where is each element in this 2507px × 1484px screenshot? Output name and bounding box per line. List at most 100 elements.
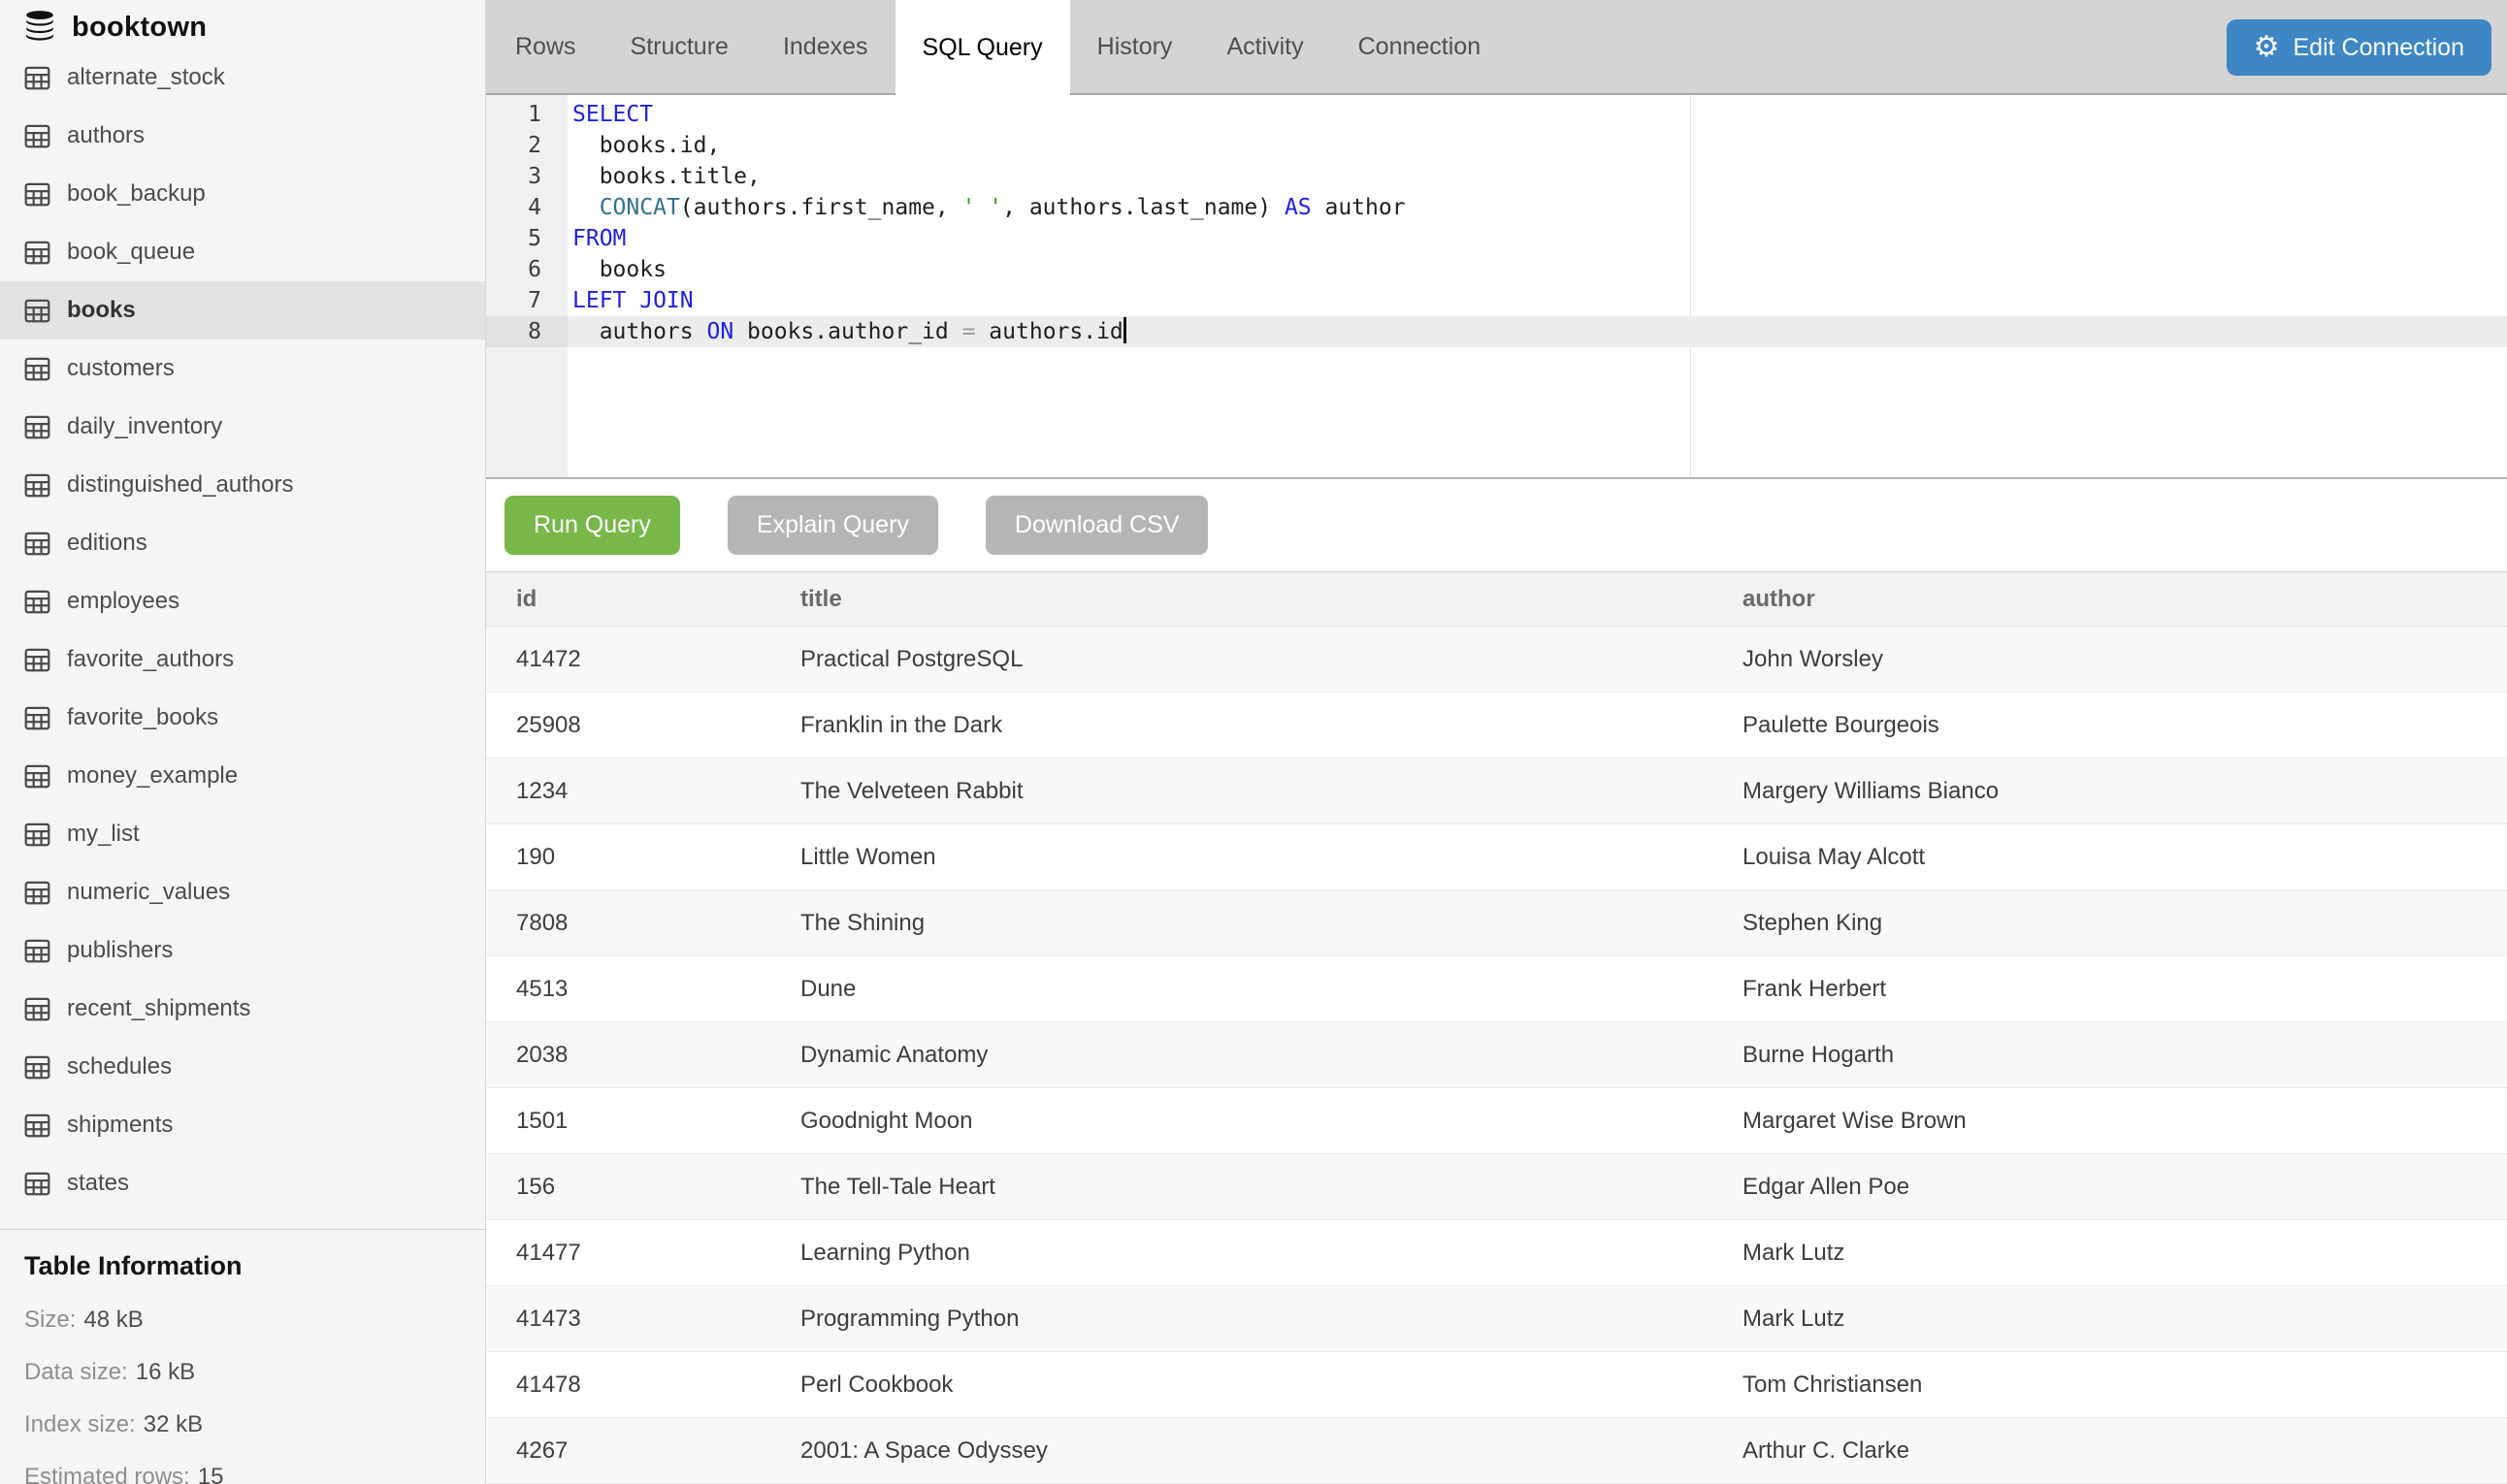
table-name: book_backup — [67, 180, 206, 208]
column-header[interactable]: id — [486, 586, 770, 613]
sidebar-table-item[interactable]: favorite_authors — [0, 630, 485, 689]
tab-label: History — [1097, 33, 1173, 61]
tabs: Rows Structure Indexes SQL Query History — [488, 0, 1508, 95]
table-row[interactable]: 25908 Franklin in the Dark Paulette Bour… — [486, 693, 2507, 758]
sidebar-table-item[interactable]: alternate_stock — [0, 48, 485, 107]
table-icon — [24, 590, 50, 614]
table-row[interactable]: 190 Little Women Louisa May Alcott — [486, 824, 2507, 890]
action-button-label: Run Query — [534, 511, 651, 538]
tab-label: Indexes — [783, 33, 868, 61]
table-name: my_list — [67, 821, 140, 848]
query-actions: Run Query Explain Query Download CSV — [486, 479, 2507, 571]
table-row[interactable]: 41478 Perl Cookbook Tom Christiansen — [486, 1352, 2507, 1418]
cell-title: 2001: A Space Odyssey — [770, 1437, 1712, 1465]
table-icon — [24, 357, 50, 381]
cell-id: 41478 — [486, 1371, 770, 1399]
line-number: 1 — [486, 99, 568, 130]
table-icon — [24, 1055, 50, 1080]
action-button[interactable]: Download CSV — [986, 496, 1209, 555]
code-line: 8 authors ON books.author_id = authors.i… — [486, 316, 2507, 347]
cell-id: 25908 — [486, 712, 770, 739]
table-stat-row: Estimated rows:15 — [24, 1464, 461, 1484]
sidebar-table-item[interactable]: my_list — [0, 805, 485, 863]
sidebar-table-item[interactable]: favorite_books — [0, 689, 485, 747]
sql-code: 1SELECT2 books.id,3 books.title,4 CONCAT… — [486, 95, 2507, 347]
table-icon — [24, 415, 50, 439]
table-row[interactable]: 41477 Learning Python Mark Lutz — [486, 1220, 2507, 1286]
table-name: states — [67, 1170, 129, 1197]
line-number: 5 — [486, 223, 568, 254]
sidebar-table-item[interactable]: books — [0, 281, 485, 339]
action-button[interactable]: Explain Query — [728, 496, 938, 555]
sidebar-table-item[interactable]: authors — [0, 107, 485, 165]
code-line: 3 books.title, — [486, 161, 2507, 192]
edit-connection-button[interactable]: ⚙ Edit Connection — [2227, 19, 2491, 76]
sidebar-table-item[interactable]: book_queue — [0, 223, 485, 281]
table-name: numeric_values — [67, 879, 230, 906]
tab[interactable]: Rows — [488, 0, 603, 93]
cell-title: Little Women — [770, 844, 1712, 871]
table-row[interactable]: 2038 Dynamic Anatomy Burne Hogarth — [486, 1022, 2507, 1088]
cell-author: Paulette Bourgeois — [1712, 712, 2507, 739]
cell-author: Mark Lutz — [1712, 1306, 2507, 1333]
sidebar-table-item[interactable]: editions — [0, 514, 485, 572]
table-row[interactable]: 41473 Programming Python Mark Lutz — [486, 1286, 2507, 1352]
sql-editor[interactable]: 1SELECT2 books.id,3 books.title,4 CONCAT… — [486, 95, 2507, 479]
table-row[interactable]: 4267 2001: A Space Odyssey Arthur C. Cla… — [486, 1418, 2507, 1484]
code-line: 6 books — [486, 254, 2507, 285]
cell-author: Tom Christiansen — [1712, 1371, 2507, 1399]
tab[interactable]: Activity — [1199, 0, 1330, 93]
tab-label: Rows — [515, 33, 576, 61]
column-header[interactable]: author — [1712, 586, 2507, 613]
sidebar-table-item[interactable]: book_backup — [0, 165, 485, 223]
tab[interactable]: Connection — [1331, 0, 1508, 93]
sidebar-table-item[interactable]: money_example — [0, 747, 485, 805]
cell-id: 41477 — [486, 1240, 770, 1267]
sidebar-table-item[interactable]: publishers — [0, 921, 485, 980]
column-header[interactable]: title — [770, 586, 1712, 613]
sidebar-table-item[interactable]: states — [0, 1154, 485, 1212]
table-row[interactable]: 7808 The Shining Stephen King — [486, 890, 2507, 956]
sidebar-table-item[interactable]: daily_inventory — [0, 398, 485, 456]
action-button-label: Download CSV — [1015, 511, 1180, 538]
cell-author: Margaret Wise Brown — [1712, 1108, 2507, 1135]
database-header[interactable]: booktown — [0, 10, 485, 45]
cell-id: 4267 — [486, 1437, 770, 1465]
tab[interactable]: History — [1070, 0, 1200, 93]
cell-title: The Tell-Tale Heart — [770, 1174, 1712, 1201]
table-row[interactable]: 156 The Tell-Tale Heart Edgar Allen Poe — [486, 1154, 2507, 1220]
cell-title: The Velveteen Rabbit — [770, 778, 1712, 805]
sidebar-table-item[interactable]: schedules — [0, 1038, 485, 1096]
tab[interactable]: Structure — [603, 0, 756, 93]
cell-author: John Worsley — [1712, 646, 2507, 673]
sidebar-table-item[interactable]: numeric_values — [0, 863, 485, 921]
table-name: favorite_authors — [67, 646, 234, 673]
table-row[interactable]: 1234 The Velveteen Rabbit Margery Willia… — [486, 758, 2507, 824]
stat-value: 48 kB — [83, 1307, 143, 1333]
table-information-panel: Table Information Size:48 kB Data size:1… — [0, 1230, 485, 1484]
gear-icon: ⚙ — [2254, 33, 2280, 62]
code-line: 2 books.id, — [486, 130, 2507, 161]
sidebar-table-item[interactable]: employees — [0, 572, 485, 630]
sidebar-table-item[interactable]: distinguished_authors — [0, 456, 485, 514]
sidebar-table-item[interactable]: shipments — [0, 1096, 485, 1154]
table-row[interactable]: 41472 Practical PostgreSQL John Worsley — [486, 627, 2507, 693]
action-button[interactable]: Run Query — [505, 496, 680, 555]
sidebar-table-item[interactable]: customers — [0, 339, 485, 398]
cell-author: Margery Williams Bianco — [1712, 778, 2507, 805]
table-information-title: Table Information — [24, 1251, 461, 1281]
tab[interactable]: SQL Query — [895, 0, 1070, 95]
line-number: 3 — [486, 161, 568, 192]
table-row[interactable]: 1501 Goodnight Moon Margaret Wise Brown — [486, 1088, 2507, 1154]
cell-title: Perl Cookbook — [770, 1371, 1712, 1399]
table-information-stats: Size:48 kB Data size:16 kB Index size:32… — [24, 1307, 461, 1484]
cell-title: Learning Python — [770, 1240, 1712, 1267]
table-icon — [24, 66, 50, 90]
sidebar-table-item[interactable]: recent_shipments — [0, 980, 485, 1038]
cell-title: Programming Python — [770, 1306, 1712, 1333]
table-stat-row: Index size:32 kB — [24, 1411, 461, 1438]
cell-author: Edgar Allen Poe — [1712, 1174, 2507, 1201]
cell-author: Louisa May Alcott — [1712, 844, 2507, 871]
tab[interactable]: Indexes — [756, 0, 895, 93]
table-row[interactable]: 4513 Dune Frank Herbert — [486, 956, 2507, 1022]
